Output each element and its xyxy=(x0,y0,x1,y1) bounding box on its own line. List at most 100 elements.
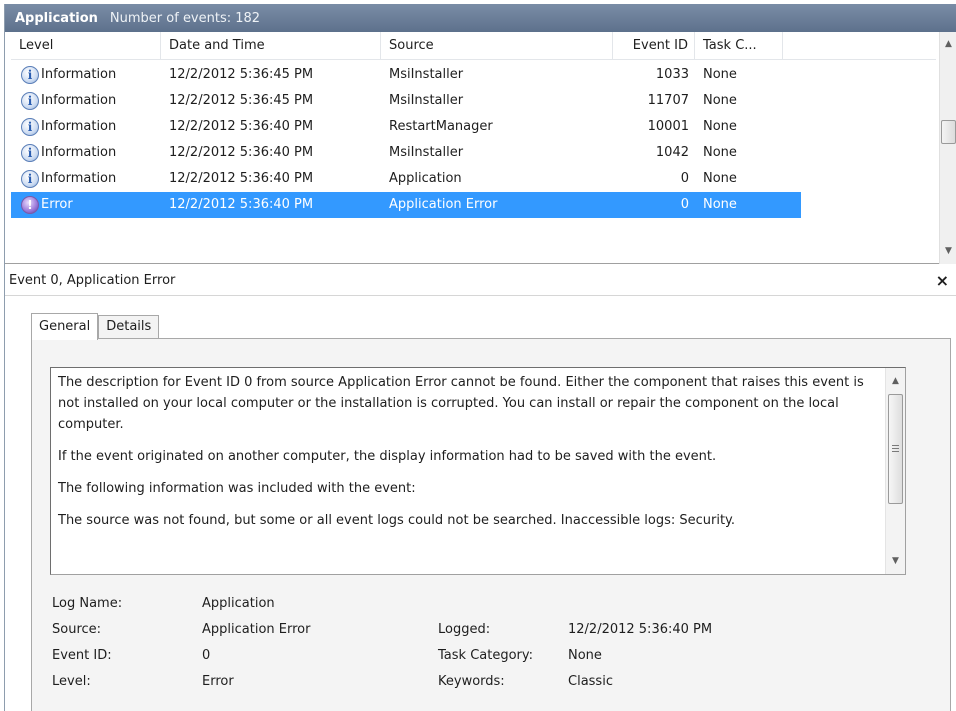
event-list-header: Level Date and Time Source Event ID Task… xyxy=(11,32,936,60)
event-id-label: Event ID: xyxy=(52,648,112,663)
cell-task-category: None xyxy=(703,67,737,82)
cell-date: 12/2/2012 5:36:40 PM xyxy=(169,197,314,212)
event-count: Number of events: 182 xyxy=(109,10,261,26)
cell-task-category: None xyxy=(703,145,737,160)
keywords-label: Keywords: xyxy=(438,674,505,689)
cell-level: i Information xyxy=(11,140,161,166)
tab-details[interactable]: Details xyxy=(98,315,160,339)
description-paragraph: The following information was included w… xyxy=(58,481,416,496)
property-row: Level: Error Keywords: Classic xyxy=(52,669,932,695)
logged-value: 12/2/2012 5:36:40 PM xyxy=(568,622,713,637)
table-row[interactable]: i Information 12/2/2012 5:36:40 PM Applicat… xyxy=(11,166,801,192)
cell-level: i Information xyxy=(11,166,161,192)
level-text: Information xyxy=(41,93,117,108)
event-detail-title: Event 0, Application Error xyxy=(9,273,176,288)
cell-source: MsiInstaller xyxy=(389,67,464,82)
event-id-value: 0 xyxy=(202,648,211,663)
level-value: Error xyxy=(202,674,234,689)
task-category-value: None xyxy=(568,648,602,663)
cell-task-category: None xyxy=(703,171,737,186)
property-row: Source: Application Error Logged: 12/2/2… xyxy=(52,617,932,643)
level-text: Error xyxy=(41,197,73,212)
event-detail-header: Event 0, Application Error × xyxy=(5,266,956,296)
cell-date: 12/2/2012 5:36:40 PM xyxy=(169,119,314,134)
event-list-scrollbar[interactable]: ▲ ▼ xyxy=(939,32,956,264)
table-row[interactable]: i Information 12/2/2012 5:36:45 PM MsiInsta… xyxy=(11,88,801,114)
cell-event-id: 10001 xyxy=(647,119,689,134)
information-icon: i xyxy=(21,66,39,84)
cell-event-id: 0 xyxy=(680,171,689,186)
scroll-up-arrow-icon[interactable]: ▲ xyxy=(940,36,956,53)
level-text: Information xyxy=(41,67,117,82)
log-name-label: Log Name: xyxy=(52,596,123,611)
cell-source: MsiInstaller xyxy=(389,145,464,160)
detail-tabs: General Details xyxy=(31,313,160,340)
information-icon: i xyxy=(21,144,39,162)
error-icon: ! xyxy=(21,196,39,214)
description-paragraph: The description for Event ID 0 from sour… xyxy=(58,375,864,432)
log-name: Application xyxy=(15,10,98,26)
property-row: Event ID: 0 Task Category: None xyxy=(52,643,932,669)
column-header-event-id[interactable]: Event ID xyxy=(613,32,695,60)
logged-label: Logged: xyxy=(438,622,491,637)
information-icon: i xyxy=(21,170,39,188)
cell-source: Application xyxy=(389,171,462,186)
scroll-thumb[interactable] xyxy=(941,120,956,144)
level-text: Information xyxy=(41,145,117,160)
cell-task-category: None xyxy=(703,197,737,212)
table-row[interactable]: i Information 12/2/2012 5:36:45 PM MsiInsta… xyxy=(11,62,801,88)
description-paragraph: The source was not found, but some or al… xyxy=(58,513,736,528)
cell-level: i Information xyxy=(11,88,161,114)
description-paragraph: If the event originated on another compu… xyxy=(58,449,717,464)
cell-source: RestartManager xyxy=(389,119,493,134)
cell-level: i Information xyxy=(11,114,161,140)
table-row[interactable]: i Information 12/2/2012 5:36:40 PM RestartM… xyxy=(11,114,801,140)
cell-date: 12/2/2012 5:36:45 PM xyxy=(169,93,314,108)
scroll-up-arrow-icon[interactable]: ▲ xyxy=(886,372,905,390)
property-row: Log Name: Application xyxy=(52,591,932,617)
event-list: Level Date and Time Source Event ID Task… xyxy=(5,32,956,264)
event-description-box[interactable]: The description for Event ID 0 from sour… xyxy=(50,367,906,575)
scroll-down-arrow-icon[interactable]: ▼ xyxy=(940,243,956,260)
keywords-value: Classic xyxy=(568,674,613,689)
scroll-thumb[interactable] xyxy=(888,394,903,504)
column-header-task-category[interactable]: Task C... xyxy=(695,32,783,60)
description-scrollbar[interactable]: ▲ ▼ xyxy=(885,368,905,574)
level-text: Information xyxy=(41,171,117,186)
information-icon: i xyxy=(21,118,39,136)
cell-event-id: 0 xyxy=(680,197,689,212)
cell-event-id: 1042 xyxy=(655,145,689,160)
cell-level: ! Error xyxy=(11,192,161,218)
column-header-level[interactable]: Level xyxy=(11,32,161,60)
general-tab-panel: The description for Event ID 0 from sour… xyxy=(31,338,951,711)
cell-date: 12/2/2012 5:36:45 PM xyxy=(169,67,314,82)
table-row[interactable]: ! Error 12/2/2012 5:36:40 PM Application Er… xyxy=(11,192,801,218)
column-header-source[interactable]: Source xyxy=(381,32,613,60)
log-name-value: Application xyxy=(202,596,275,611)
cell-event-id: 1033 xyxy=(655,67,689,82)
event-viewer-frame: Application Number of events: 182 Level … xyxy=(4,4,956,711)
log-title-bar: Application Number of events: 182 xyxy=(5,4,956,32)
tab-general[interactable]: General xyxy=(31,313,99,340)
event-properties: Log Name: Application Source: Applicatio… xyxy=(52,591,932,695)
cell-source: Application Error xyxy=(389,197,498,212)
cell-date: 12/2/2012 5:36:40 PM xyxy=(169,171,314,186)
cell-task-category: None xyxy=(703,93,737,108)
scroll-down-arrow-icon[interactable]: ▼ xyxy=(886,552,905,570)
information-icon: i xyxy=(21,92,39,110)
source-value: Application Error xyxy=(202,622,311,637)
column-header-date[interactable]: Date and Time xyxy=(161,32,381,60)
cell-level: i Information xyxy=(11,62,161,88)
cell-task-category: None xyxy=(703,119,737,134)
event-rows: i Information 12/2/2012 5:36:45 PM MsiInsta… xyxy=(11,62,801,218)
table-row[interactable]: i Information 12/2/2012 5:36:40 PM MsiInsta… xyxy=(11,140,801,166)
level-label: Level: xyxy=(52,674,91,689)
source-label: Source: xyxy=(52,622,102,637)
cell-source: MsiInstaller xyxy=(389,93,464,108)
event-description-text: The description for Event ID 0 from sour… xyxy=(58,372,880,542)
column-header-filler xyxy=(783,32,936,60)
level-text: Information xyxy=(41,119,117,134)
grip-icon xyxy=(892,445,899,452)
close-icon[interactable]: × xyxy=(936,271,949,290)
cell-date: 12/2/2012 5:36:40 PM xyxy=(169,145,314,160)
